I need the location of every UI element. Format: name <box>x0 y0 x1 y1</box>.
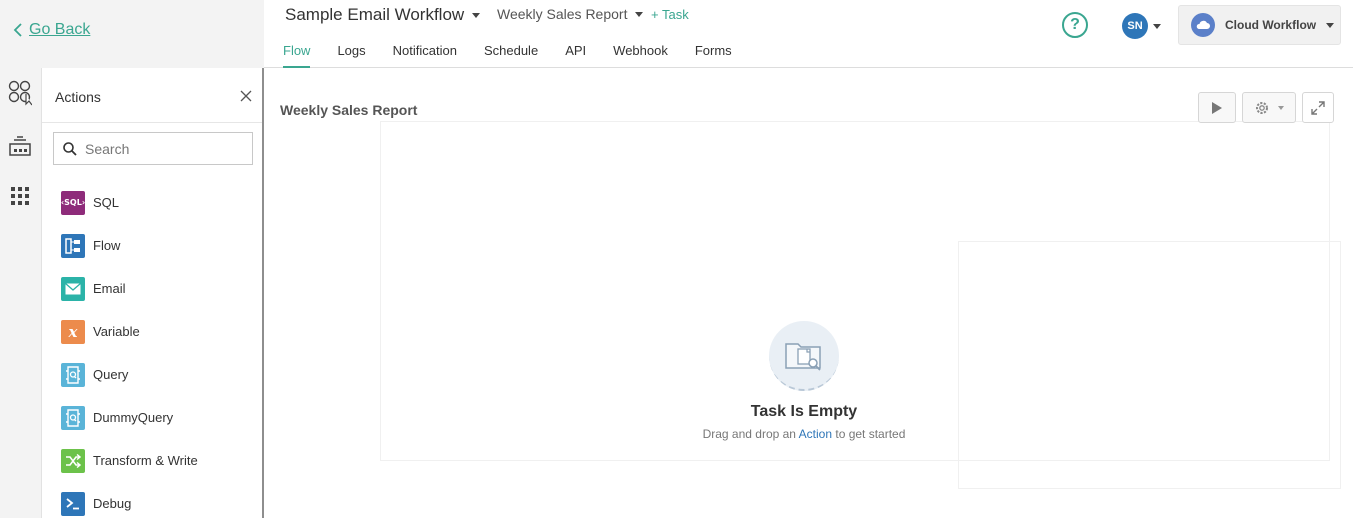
avatar: SN <box>1122 13 1148 39</box>
caret-down-icon <box>1278 105 1284 110</box>
chevron-left-icon <box>13 23 22 37</box>
play-icon <box>1212 101 1222 114</box>
transform-icon <box>61 448 85 473</box>
structure-rail-button[interactable] <box>6 132 34 160</box>
settings-dropdown[interactable] <box>1242 92 1296 123</box>
cloud-logo-icon <box>1191 13 1215 37</box>
action-item-sql[interactable]: ‹SQL› SQL <box>61 181 198 224</box>
empty-state-title: Task Is Empty <box>750 403 858 420</box>
empty-folder-icon <box>769 321 839 391</box>
go-back-area: Go Back <box>0 0 264 68</box>
flow-canvas[interactable]: Weekly Sales Report Task Is Empty Drag a… <box>264 69 1353 518</box>
help-button[interactable]: ? <box>1062 12 1088 38</box>
caret-down-icon <box>635 11 644 17</box>
expand-icon <box>1311 100 1325 115</box>
actions-panel: Actions ‹SQL› SQL Flow <box>42 68 264 518</box>
empty-state-subtitle: Drag and drop an Action to get started <box>684 427 924 441</box>
close-icon[interactable] <box>240 90 252 102</box>
action-item-query[interactable]: Query <box>61 353 198 396</box>
tab-bar: Flow Logs Notification Schedule API Webh… <box>283 43 759 68</box>
apps-rail-button[interactable] <box>6 182 34 210</box>
empty-suffix: to get started <box>835 427 906 441</box>
sql-icon: ‹SQL› <box>61 190 85 215</box>
tab-flow[interactable]: Flow <box>283 43 311 68</box>
empty-state: Task Is Empty Drag and drop an Action to… <box>684 321 924 441</box>
fullscreen-button[interactable] <box>1302 92 1334 123</box>
go-back-link[interactable]: Go Back <box>13 21 90 39</box>
caret-down-icon <box>1153 23 1161 29</box>
tab-schedule[interactable]: Schedule <box>484 43 538 68</box>
canvas-title: Weekly Sales Report <box>280 102 418 118</box>
actions-panel-title: Actions <box>55 89 101 105</box>
app-root: Go Back Actions Search ‹SQL› SQL Flow Em… <box>0 0 1353 518</box>
action-item-transform-write[interactable]: Transform & Write <box>61 439 198 482</box>
empty-prefix: Drag and drop an <box>702 427 796 441</box>
caret-down-icon <box>472 12 481 18</box>
caret-down-icon <box>1326 22 1335 28</box>
action-item-debug[interactable]: Debug <box>61 482 198 518</box>
search-input[interactable] <box>85 140 245 157</box>
gear-icon <box>1256 101 1268 114</box>
tab-logs[interactable]: Logs <box>337 43 365 68</box>
tab-notification[interactable]: Notification <box>393 43 457 68</box>
action-label: Email <box>93 281 126 296</box>
action-label: Transform & Write <box>93 453 198 468</box>
actions-list: ‹SQL› SQL Flow Email x Variable Query Du… <box>61 181 198 518</box>
action-item-dummyquery[interactable]: DummyQuery <box>61 396 198 439</box>
report-selector-label: Weekly Sales Report <box>497 6 628 22</box>
tab-webhook[interactable]: Webhook <box>613 43 668 68</box>
help-icon: ? <box>1070 16 1080 33</box>
debug-icon <box>61 491 85 516</box>
workflow-title-dropdown[interactable]: Sample Email Workflow <box>285 5 481 25</box>
tab-api[interactable]: API <box>565 43 586 68</box>
query-icon <box>61 362 85 387</box>
actions-icon <box>8 80 32 106</box>
grid-icon <box>11 187 29 205</box>
action-label: Variable <box>93 324 140 339</box>
action-label: DummyQuery <box>93 410 174 425</box>
dummy-query-icon <box>61 405 85 430</box>
report-selector-dropdown[interactable]: Weekly Sales Report <box>497 6 644 22</box>
action-item-flow[interactable]: Flow <box>61 224 198 267</box>
tab-forms[interactable]: Forms <box>695 43 732 68</box>
top-header: Sample Email Workflow Weekly Sales Repor… <box>264 0 1353 68</box>
action-label: Debug <box>93 496 132 511</box>
action-link[interactable]: Action <box>799 427 832 441</box>
sitemap-icon <box>9 136 31 156</box>
cloud-workflow-dropdown[interactable]: Cloud Workflow <box>1178 5 1341 45</box>
run-button[interactable] <box>1198 92 1236 123</box>
action-item-variable[interactable]: x Variable <box>61 310 198 353</box>
action-label: Query <box>93 367 129 382</box>
user-menu[interactable]: SN <box>1122 13 1161 39</box>
actions-search <box>53 132 253 165</box>
ghost-panel <box>958 241 1341 489</box>
icon-rail <box>0 68 42 518</box>
go-back-label: Go Back <box>29 21 91 38</box>
actions-rail-button[interactable] <box>6 79 34 107</box>
flow-icon <box>61 233 85 258</box>
add-task-button[interactable]: + Task <box>651 7 689 22</box>
workflow-title: Sample Email Workflow <box>285 5 465 24</box>
action-item-email[interactable]: Email <box>61 267 198 310</box>
email-icon <box>61 276 85 301</box>
action-label: SQL <box>93 195 120 210</box>
actions-panel-header: Actions <box>42 68 262 123</box>
variable-icon: x <box>61 319 85 344</box>
search-icon <box>63 141 77 156</box>
action-label: Flow <box>93 238 121 253</box>
cloud-workflow-label: Cloud Workflow <box>1225 18 1317 32</box>
